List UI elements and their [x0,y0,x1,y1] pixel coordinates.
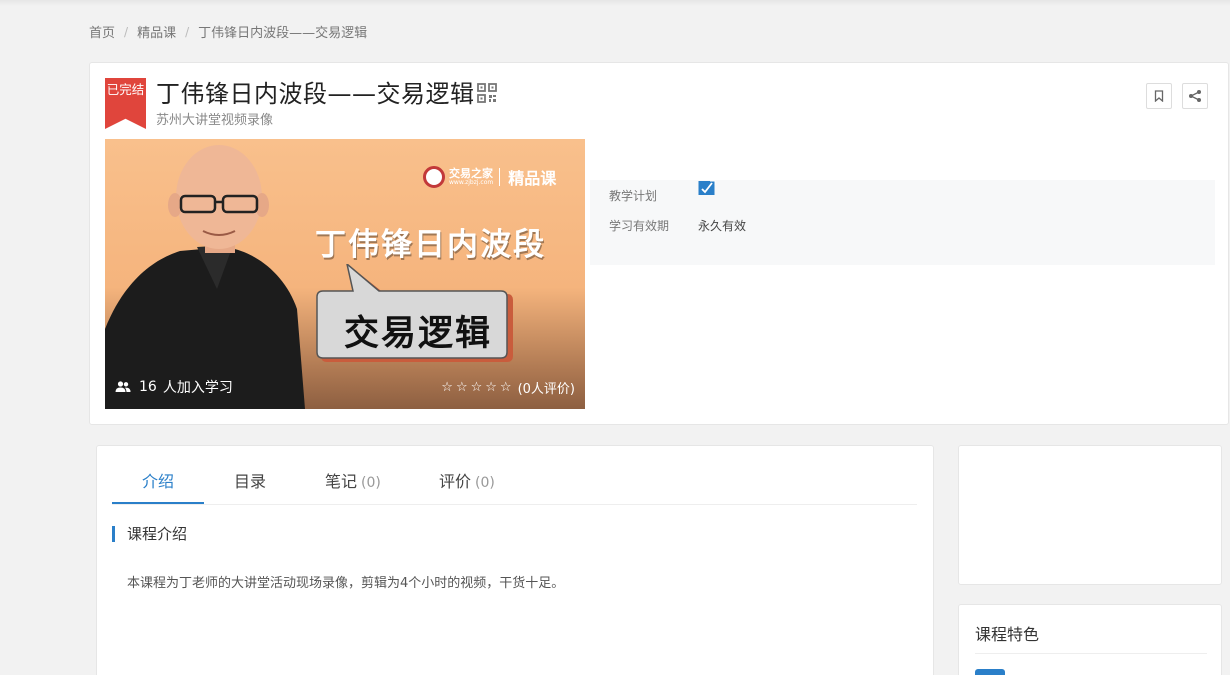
breadcrumb-separator: / [185,24,190,39]
bookmark-button[interactable] [1146,83,1172,109]
star-icons: ☆☆☆☆☆ [441,380,515,395]
divider [975,653,1207,654]
share-button[interactable] [1182,83,1208,109]
breadcrumb: 首页 / 精品课 / 丁伟锋日内波段——交易逻辑 [89,22,368,42]
bookmark-icon [1154,90,1164,102]
breadcrumb-category[interactable]: 精品课 [137,22,176,41]
breadcrumb-current: 丁伟锋日内波段——交易逻辑 [198,26,368,41]
validity-row: 学习有效期 永久有效 [609,217,746,234]
sidebar-card-empty [958,445,1222,585]
course-info-panel: 教学计划 学习有效期 永久有效 [590,180,1215,265]
brand-name: 交易之家 www.zjbzj.com [449,168,493,187]
page-title: 丁伟锋日内波段——交易逻辑 [156,80,475,108]
course-features-title: 课程特色 [975,625,1040,644]
course-cover-image[interactable]: 交易之家 www.zjbzj.com 精品课 丁伟锋日内波段 交易逻辑 16 人… [105,139,585,409]
intro-text: 本课程为丁老师的大讲堂活动现场录像，剪辑为4个小时的视频，干货十足。 [127,576,565,591]
tab-reviews[interactable]: 评价 (0) [439,468,495,492]
tab-notes-label: 笔记 [325,472,358,491]
users-icon [115,381,131,392]
students-label: 人加入学习 [162,380,233,396]
tab-catalog[interactable]: 目录 [234,468,266,492]
share-icon [1189,90,1201,102]
tab-reviews-label: 评价 [439,472,472,491]
rating-count: (0人评价) [517,382,575,397]
teaching-plan-label: 教学计划 [609,189,658,203]
tab-catalog-label: 目录 [234,472,267,491]
edit-plan-icon[interactable] [698,180,716,196]
tab-notes-count: (0) [361,475,381,491]
brand-logo-icon [423,166,445,188]
brand-name-text: 交易之家 [449,166,493,180]
course-features-card: 课程特色 [958,604,1222,675]
status-badge: 已完结 [105,78,146,129]
tab-intro[interactable]: 介绍 [142,468,174,492]
tab-notes[interactable]: 笔记 (0) [325,468,381,492]
top-shadow [0,0,1230,6]
teaching-plan-row: 教学计划 [609,180,716,204]
feature-tag [975,669,1005,675]
tab-intro-label: 介绍 [142,472,175,491]
active-tab-indicator [112,502,204,504]
rating: ☆☆☆☆☆ (0人评价) [441,378,575,397]
students-count: 16 人加入学习 [115,377,233,397]
bubble-text: 交易逻辑 [343,314,492,354]
cover-brand: 交易之家 www.zjbzj.com 精品课 [423,165,556,189]
tab-reviews-count: (0) [475,475,495,491]
course-header-card: 已完结 丁伟锋日内波段——交易逻辑 苏州大讲堂视频录像 交易之家 www.zjb… [89,62,1229,425]
brand-divider [499,168,501,186]
breadcrumb-home[interactable]: 首页 [89,22,115,41]
breadcrumb-separator: / [124,24,129,39]
qrcode-icon[interactable] [477,83,497,103]
students-number: 16 [139,379,157,395]
course-detail-card: 介绍 目录 笔记 (0) 评价 (0) 课程介绍 本课程为丁老师的大讲堂活动现场录像… [96,445,934,675]
brand-tag: 精品课 [508,169,557,188]
validity-value: 永久有效 [698,219,747,233]
course-subtitle: 苏州大讲堂视频录像 [156,113,274,128]
brand-url: www.zjbzj.com [449,178,494,186]
tab-bar: 介绍 目录 笔记 (0) 评价 (0) [112,446,917,505]
cover-headline: 丁伟锋日内波段 [315,227,546,263]
validity-label: 学习有效期 [609,219,670,233]
intro-section-title: 课程介绍 [112,526,187,542]
